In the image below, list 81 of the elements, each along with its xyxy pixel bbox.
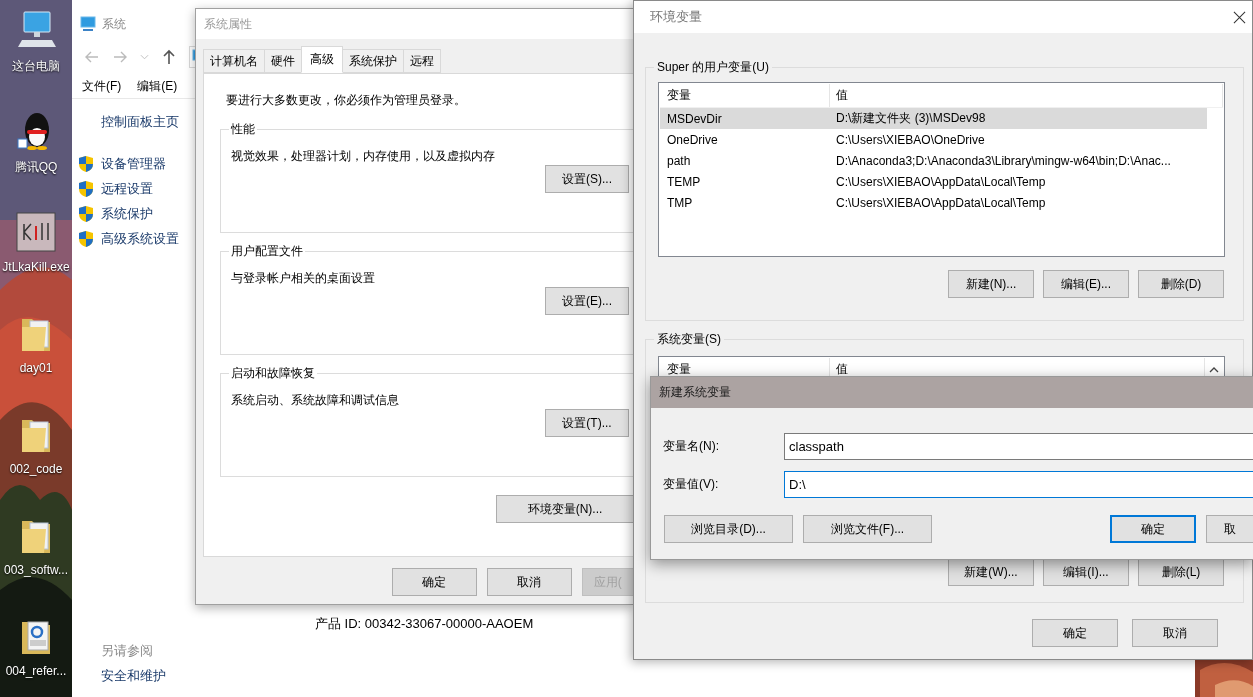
group-description: 视觉效果，处理器计划，内存使用，以及虚拟内存 — [231, 148, 496, 165]
up-arrow-icon[interactable] — [161, 49, 177, 65]
settings-button[interactable]: 设置(S)... — [545, 165, 629, 193]
field-label: 变量名(N): — [662, 438, 720, 455]
sidebar-link[interactable]: 系统保护 — [101, 204, 153, 223]
desktop-icon-label[interactable]: JtLkaKill.exe — [2, 260, 70, 274]
table-cell-text: TEMP — [666, 174, 702, 189]
list-row[interactable]: MSDevDir D:\新建文件夹 (3)\MSDev98 — [660, 108, 1207, 129]
tab[interactable]: 系统保护 — [342, 49, 404, 73]
group-title: Super 的用户变量(U) — [656, 59, 770, 76]
desktop-icon-label[interactable]: 这台电脑 — [12, 58, 60, 75]
list-button[interactable]: 删除(L) — [1138, 558, 1224, 586]
desktop-icon-label[interactable]: 004_refer... — [5, 664, 67, 678]
menu-item[interactable]: 编辑(E) — [137, 77, 178, 95]
section-heading: 另请参阅 — [100, 642, 154, 660]
dialog-button[interactable]: 确定 — [392, 568, 477, 596]
table-cell-text: D:\新建文件夹 (3)\MSDev98 — [835, 110, 987, 127]
sidebar-link[interactable]: 设备管理器 — [101, 154, 166, 173]
table-cell-text: C:\Users\XIEBAO\AppData\Local\Temp — [835, 195, 1047, 210]
group-description: 与登录帐户相关的桌面设置 — [231, 270, 376, 287]
product-id: 产品 ID: 00342-33067-00000-AAOEM — [315, 615, 534, 633]
table-cell-text: C:\Users\XIEBAO\AppData\Local\Temp — [835, 174, 1047, 189]
notice-text: 要进行大多数更改，你必须作为管理员登录。 — [225, 92, 466, 109]
close-icon[interactable] — [1233, 10, 1246, 24]
dialog-button[interactable]: 取 — [1206, 515, 1253, 543]
list-button[interactable]: 删除(D) — [1138, 270, 1224, 298]
list-row[interactable]: TEMP C:\Users\XIEBAO\AppData\Local\Temp — [660, 171, 1207, 192]
list-button[interactable]: 新建(N)... — [948, 270, 1034, 298]
list-button[interactable]: 新建(W)... — [948, 558, 1034, 586]
shield-icon — [78, 229, 94, 248]
table-cell-text: path — [666, 153, 692, 168]
desktop-icon-label[interactable]: 003_softw... — [3, 563, 68, 577]
window-title: 新建系统变量 — [659, 384, 731, 401]
column-header[interactable]: 变量 — [660, 84, 830, 107]
text-field[interactable]: D:\ — [784, 471, 1253, 498]
sidebar-link[interactable]: 高级系统设置 — [101, 229, 179, 248]
group-title: 性能 — [230, 121, 256, 138]
list-row[interactable]: path D:\Anaconda3;D:\Anaconda3\Library\mingw-w64\bin;D:\Anac... — [660, 150, 1207, 171]
table-cell-text: OneDrive — [666, 132, 719, 147]
dialog-button[interactable]: 确定 — [1110, 515, 1196, 543]
list-button[interactable]: 编辑(E)... — [1043, 270, 1129, 298]
list-button[interactable]: 编辑(I)... — [1043, 558, 1129, 586]
dialog-button[interactable]: 取消 — [486, 568, 572, 596]
window-title: 系统 — [102, 15, 126, 33]
environment-variables-button[interactable]: 环境变量(N)... — [496, 495, 633, 523]
text-field[interactable]: classpath — [784, 433, 1253, 460]
list-row[interactable]: OneDrive C:\Users\XIEBAO\OneDrive — [660, 129, 1207, 150]
window-title: 系统属性 — [204, 15, 252, 33]
sidebar-link[interactable]: 安全和维护 — [78, 667, 222, 685]
table-cell-text: TMP — [666, 195, 694, 210]
desktop-icon-label[interactable]: 腾讯QQ — [14, 159, 58, 176]
dialog-button[interactable]: 浏览文件(F)... — [803, 515, 932, 543]
group-title: 启动和故障恢复 — [230, 365, 316, 382]
shield-icon — [78, 204, 94, 223]
sidebar-link[interactable]: 远程设置 — [101, 179, 153, 198]
group-description: 系统启动、系统故障和调试信息 — [231, 392, 400, 409]
tab[interactable]: 硬件 — [264, 49, 302, 73]
table-cell-text: C:\Users\XIEBAO\OneDrive — [835, 132, 986, 147]
dialog-button[interactable]: 浏览目录(D)... — [664, 515, 793, 543]
settings-button[interactable]: 设置(E)... — [545, 287, 629, 315]
table-cell-text: MSDevDir — [666, 111, 723, 126]
settings-button[interactable]: 设置(T)... — [545, 409, 629, 437]
dialog-button[interactable]: 取消 — [1132, 619, 1218, 647]
window-title: 环境变量 — [650, 8, 702, 26]
shield-icon — [78, 179, 94, 198]
menu-item[interactable]: 文件(F) — [82, 77, 122, 95]
dialog-button[interactable]: 确定 — [1032, 619, 1118, 647]
group-title: 系统变量(S) — [656, 331, 722, 348]
field-label: 变量值(V): — [662, 476, 720, 493]
tab[interactable]: 远程 — [403, 49, 441, 73]
shield-icon — [78, 154, 94, 173]
column-header[interactable]: 值 — [830, 84, 1223, 107]
scroll-up-icon[interactable] — [1209, 366, 1219, 373]
table-cell-text: D:\Anaconda3;D:\Anaconda3\Library\mingw-w64\bin;D:\Anac... — [835, 153, 1172, 168]
tab[interactable]: 计算机名 — [203, 49, 265, 73]
desktop-icon-label[interactable]: day01 — [19, 361, 53, 375]
app-icon[interactable] — [16, 212, 56, 252]
desktop-icon-label[interactable]: 002_code — [9, 462, 63, 476]
group-title: 用户配置文件 — [230, 243, 304, 260]
list-row[interactable]: TMP C:\Users\XIEBAO\AppData\Local\Temp — [660, 192, 1207, 213]
tab[interactable]: 高级 — [301, 46, 343, 73]
